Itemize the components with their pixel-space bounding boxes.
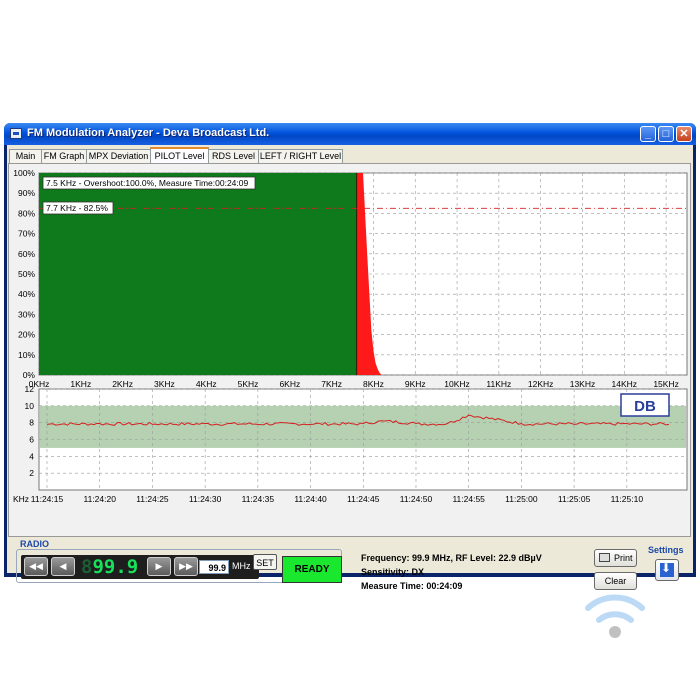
frequency-unit: MHz — [232, 561, 251, 571]
spectrum-y-tick-label: 90% — [18, 188, 35, 198]
spectrum-x-tick-label: 11KHz — [486, 379, 511, 389]
minimize-button[interactable]: _ — [640, 126, 656, 142]
app-window: FM Modulation Analyzer - Deva Broadcast … — [4, 123, 696, 591]
spectrum-x-tick-label: 4KHz — [196, 379, 217, 389]
maximize-button[interactable]: □ — [658, 126, 674, 142]
trend-x-tick-label: 11:24:30 — [189, 494, 222, 504]
step-forward-button[interactable]: ▶ — [147, 557, 171, 576]
trend-y-tick-label: 6 — [29, 435, 34, 445]
annotation-overshoot: 7.5 KHz - Overshoot:100.0%, Measure Time… — [42, 176, 256, 190]
trend-y-tick-label: 8 — [29, 418, 34, 428]
spectrum-y-tick-label: 80% — [18, 208, 35, 218]
spectrum-y-tick-label: 60% — [18, 249, 35, 259]
spectrum-x-tick-label: 1KHz — [70, 379, 91, 389]
spectrum-y-tick-label: 20% — [18, 330, 35, 340]
charts-svg: 100%90%80%70%60%50%40%30%20%10%0% 0KHz 1K… — [13, 168, 688, 504]
spectrum-y-tick-label: 10% — [18, 350, 35, 360]
frequency-display-value: 99.9 — [92, 556, 139, 578]
close-button[interactable]: ✕ — [676, 126, 692, 142]
tab-pilot-level[interactable]: PILOT Level — [150, 147, 209, 164]
trend-x-tick-label: 11:24:40 — [294, 494, 327, 504]
spectrum-x-ticks: 0KHz 1KHz 2KHz 3KHz 4KHz 5KHz 6KHz 7KHz 8KHz 9KHz… — [29, 379, 679, 389]
spectrum-y-tick-label: 30% — [18, 309, 35, 319]
trend-x-tick-label: 11:25:10 — [611, 494, 644, 504]
wifi-icon — [585, 594, 645, 638]
radio-display: ◀◀ ◀ 899.9 ▶ ▶▶ 99.9 MHz — [21, 555, 259, 579]
spectrum-x-tick-label: 2KHz — [112, 379, 133, 389]
spectrum-x-tick-label: 9KHz — [405, 379, 426, 389]
spectrum-x-tick-label: 3KHz — [154, 379, 175, 389]
tab-mpx-deviation[interactable]: MPX Deviation — [86, 149, 151, 163]
tab-left-right-level[interactable]: LEFT / RIGHT Level — [258, 149, 343, 163]
spectrum-x-tick-label: 7KHz — [321, 379, 342, 389]
spectrum-x-tick-label: 12KHz — [528, 379, 554, 389]
spectrum-y-tick-label: 40% — [18, 289, 35, 299]
spectrum-y-tick-label: 70% — [18, 229, 35, 239]
trend-y-tick-label: 4 — [29, 451, 34, 461]
trend-x-tick-label: 11:25:00 — [505, 494, 538, 504]
client-area: Main FM Graph MPX Deviation PILOT Level … — [7, 145, 693, 591]
trend-x-tick-label: 11:24:55 — [452, 494, 485, 504]
trend-y-tick-label: 10 — [25, 401, 35, 411]
spectrum-x-tick-label: 5KHz — [238, 379, 259, 389]
spectrum-y-tick-label: 100% — [13, 168, 35, 178]
ready-status-indicator: READY — [282, 556, 342, 583]
radio-section-title: RADIO — [20, 539, 49, 549]
title-bar[interactable]: FM Modulation Analyzer - Deva Broadcast … — [4, 123, 696, 145]
trend-x-tick-label: 11:25:05 — [558, 494, 591, 504]
trend-x-ticks: 11:24:15 11:24:20 11:24:25 11:24:30 11:24:35… — [31, 494, 644, 504]
trend-y-ticks: 12 10 8 6 4 2 — [25, 384, 35, 478]
trend-y-unit: KHz — [13, 494, 29, 504]
printer-icon — [599, 553, 610, 562]
annotation-level: 7.7 KHz - 82.5% — [42, 201, 114, 215]
tab-fm-graph[interactable]: FM Graph — [41, 149, 87, 163]
annotation-level-text: 7.7 KHz - 82.5% — [46, 203, 108, 213]
measure-time-info: Measure Time: 00:24:09 — [361, 581, 463, 591]
trend-x-tick-label: 11:24:25 — [136, 494, 169, 504]
spectrum-x-tick-label: 15KHz — [653, 379, 679, 389]
db-logo-text: DB — [634, 398, 656, 415]
trend-y-tick-label: 12 — [25, 384, 35, 394]
print-button-label: Print — [614, 553, 633, 563]
db-logo: DB — [620, 393, 670, 417]
print-button[interactable]: Print — [594, 549, 637, 567]
trend-x-tick-label: 11:24:45 — [347, 494, 380, 504]
seek-back-button[interactable]: ◀◀ — [24, 557, 48, 576]
chart-area: 100% 90% 80% 70% 60% 50% 40% 30% 20% 10% 0% 0KHz 1K… — [8, 163, 691, 537]
frequency-input[interactable]: 99.9 — [199, 560, 229, 574]
set-frequency-button[interactable]: SET — [253, 554, 277, 570]
tab-rds-level[interactable]: RDS Level — [208, 149, 259, 163]
sensitivity-info: Sensitivity: DX — [361, 567, 425, 577]
spectrum-x-tick-label: 8KHz — [363, 379, 384, 389]
spectrum-x-tick-label: 14KHz — [612, 379, 638, 389]
trend-x-tick-label: 11:24:15 — [31, 494, 64, 504]
trend-y-tick-label: 2 — [29, 468, 34, 478]
frequency-display-dim-digit: 8 — [81, 556, 93, 578]
trend-x-tick-label: 11:24:50 — [400, 494, 433, 504]
window-title: FM Modulation Analyzer - Deva Broadcast … — [27, 127, 270, 139]
app-icon — [10, 128, 22, 139]
spectrum-y-tick-label: 50% — [18, 269, 35, 279]
pilot-deviation-trend-chart: 12 10 8 6 4 2 11:24:15 11:24:20 11:24:25 11:24:3… — [13, 384, 688, 504]
spectrum-x-tick-label: 6KHz — [279, 379, 300, 389]
trend-x-tick-label: 11:24:20 — [83, 494, 116, 504]
step-back-button[interactable]: ◀ — [51, 557, 75, 576]
spectrum-y-ticks: 100%90%80%70%60%50%40%30%20%10%0% — [13, 168, 35, 380]
frequency-rf-level-info: Frequency: 99.9 MHz, RF Level: 22.9 dBµV — [361, 553, 542, 563]
annotation-overshoot-text: 7.5 KHz - Overshoot:100.0%, Measure Time… — [46, 178, 248, 188]
tab-main[interactable]: Main — [9, 149, 42, 163]
seek-forward-button[interactable]: ▶▶ — [174, 557, 198, 576]
spectrum-x-tick-label: 13KHz — [570, 379, 596, 389]
pilot-spectrum-chart: 100%90%80%70%60%50%40%30%20%10%0% 0KHz 1K… — [13, 168, 688, 389]
settings-download-button[interactable] — [655, 559, 679, 581]
spectrum-x-tick-label: 10KHz — [444, 379, 470, 389]
trend-x-tick-label: 11:24:35 — [242, 494, 275, 504]
frequency-display: 899.9 — [81, 556, 145, 578]
settings-section-title: Settings — [648, 545, 684, 555]
